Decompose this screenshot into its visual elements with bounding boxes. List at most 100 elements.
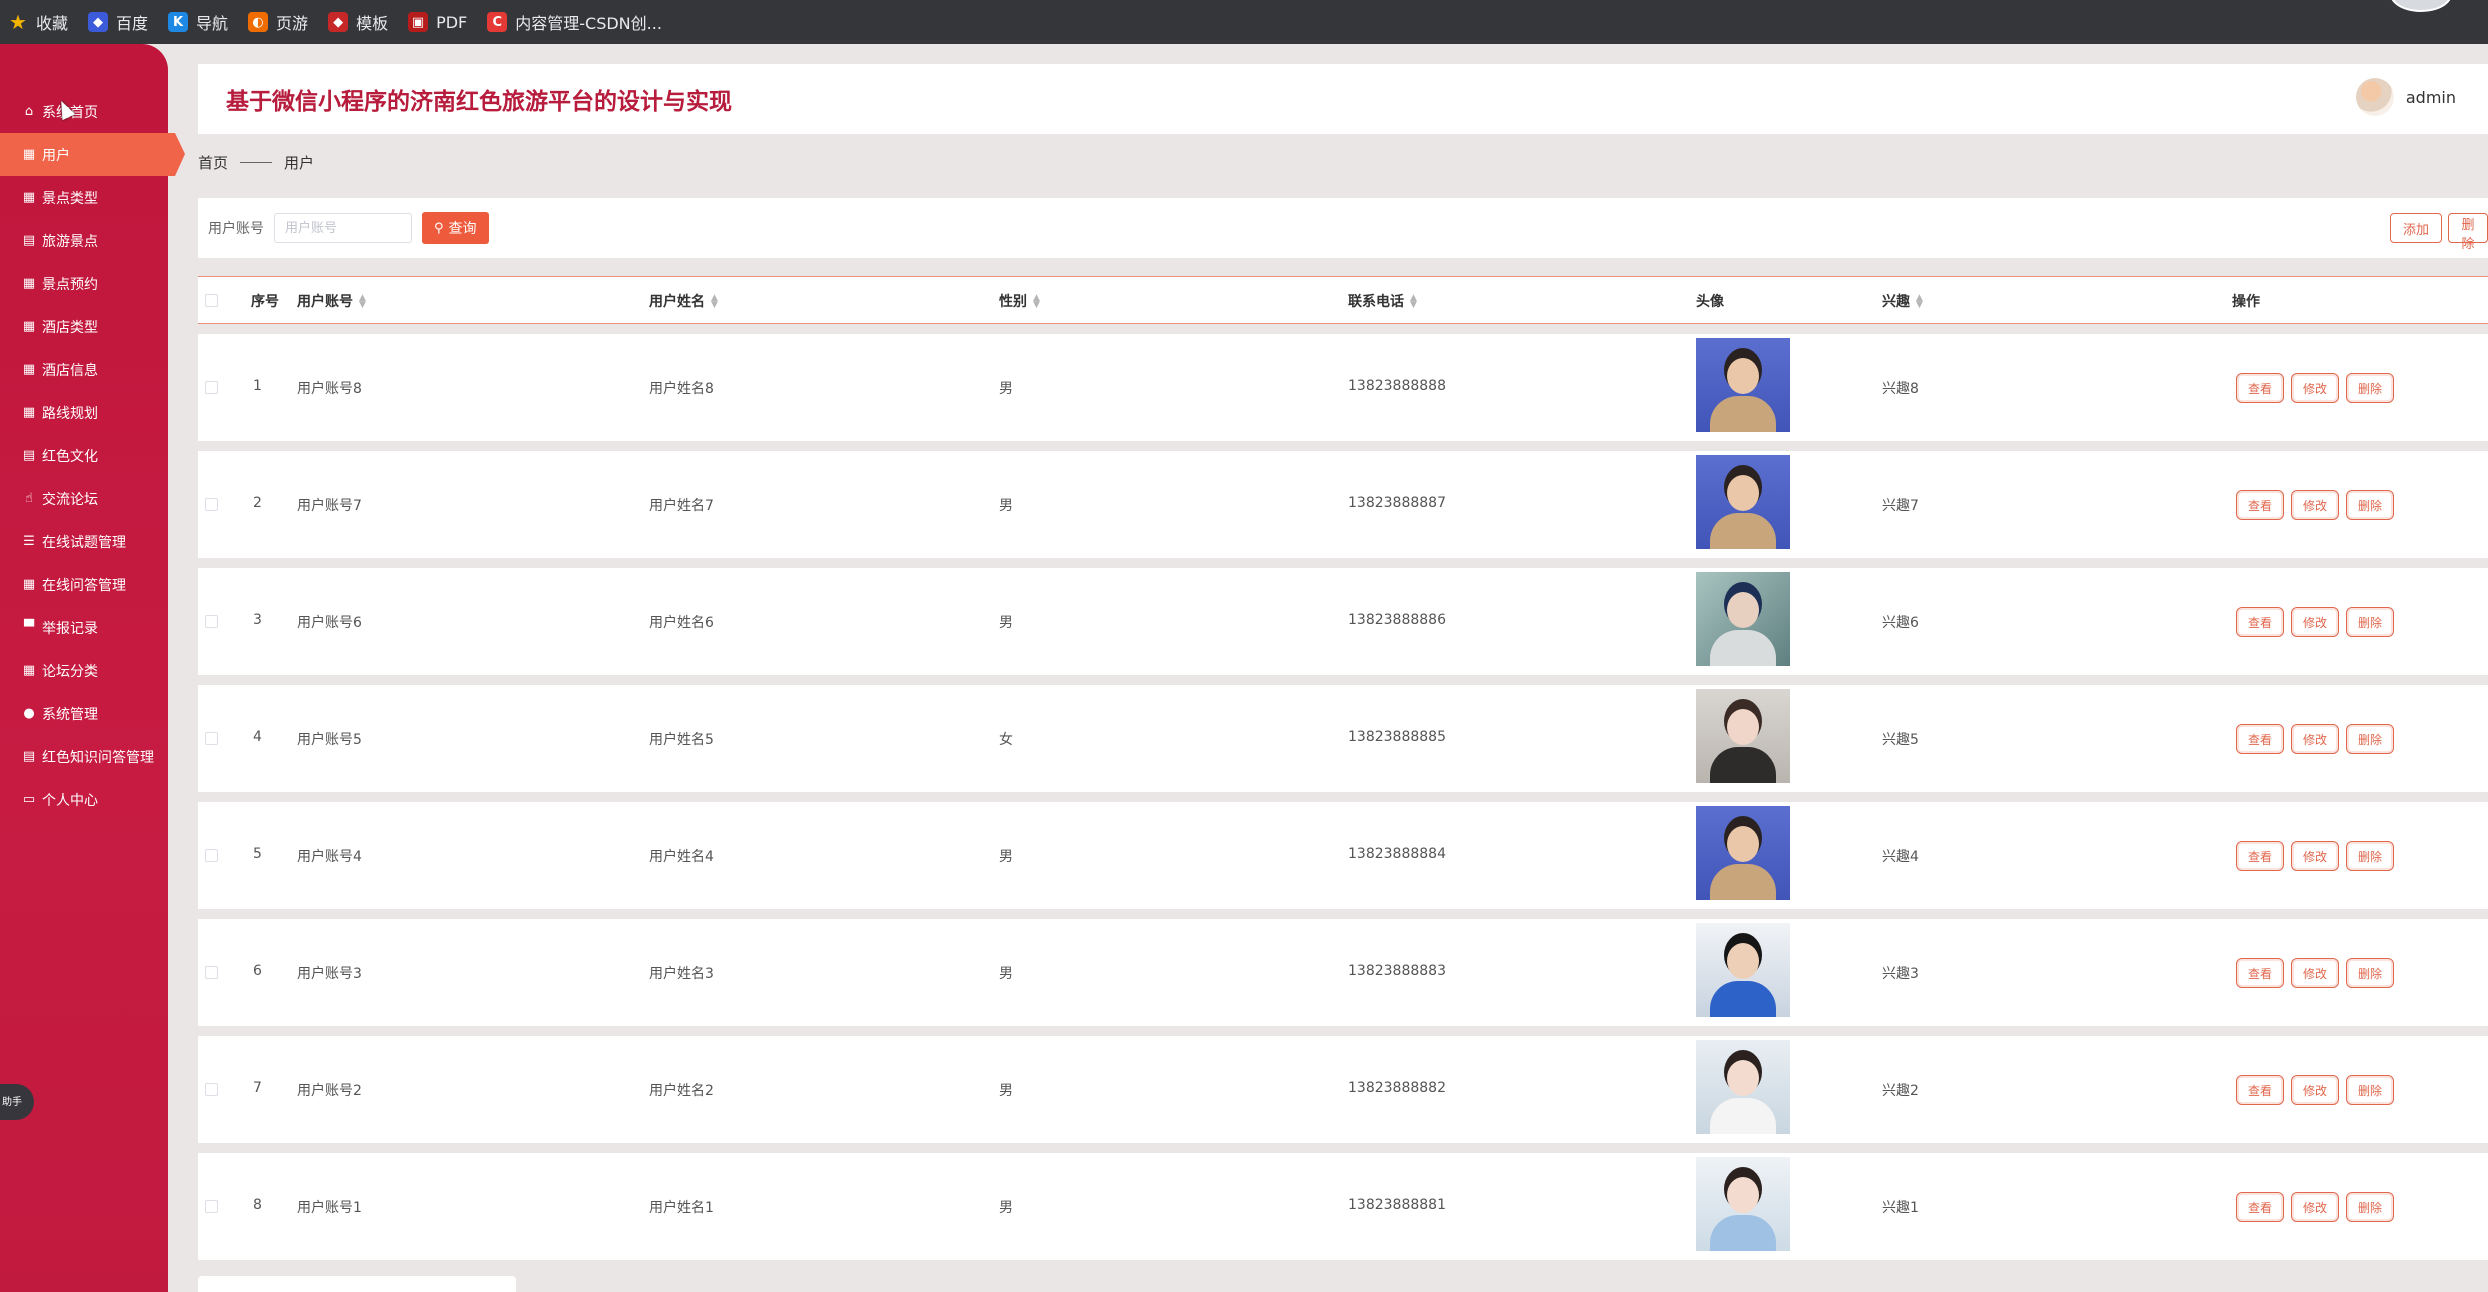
row-checkbox[interactable]	[205, 381, 218, 394]
header-account[interactable]: 用户账号 ▲ ▼	[297, 291, 366, 311]
sidebar-item-12[interactable]: ▀ 举报记录	[0, 606, 175, 649]
user-menu[interactable]: admin	[2355, 78, 2456, 116]
cell-name: 用户姓名7	[649, 498, 714, 514]
delete-button[interactable]: 删除	[2346, 490, 2394, 520]
delete-button[interactable]: 删除	[2346, 724, 2394, 754]
view-button[interactable]: 查看	[2236, 490, 2284, 520]
edit-button[interactable]: 修改	[2291, 1075, 2339, 1105]
row-checkbox[interactable]	[205, 732, 218, 745]
sort-icon[interactable]: ▲ ▼	[711, 294, 718, 310]
sidebar-item-11[interactable]: ▦ 在线问答管理	[0, 563, 175, 606]
view-button[interactable]: 查看	[2236, 724, 2284, 754]
view-button[interactable]: 查看	[2236, 841, 2284, 871]
view-button[interactable]: 查看	[2236, 1075, 2284, 1105]
sidebar-item-16[interactable]: ▭ 个人中心	[0, 778, 175, 821]
grid-icon: ▦	[22, 577, 36, 592]
delete-button[interactable]: 删除	[2346, 1192, 2394, 1222]
bookmark-item[interactable]: ◐ 页游	[248, 10, 308, 34]
sort-icon[interactable]: ▲ ▼	[1916, 294, 1923, 310]
pagination	[198, 1276, 516, 1292]
grid-icon: ▦	[22, 405, 36, 420]
header-gender[interactable]: 性别 ▲ ▼	[999, 291, 1040, 311]
edit-button[interactable]: 修改	[2291, 1192, 2339, 1222]
table-header: 序号 用户账号 ▲ ▼ 用户姓名 ▲ ▼ 性别 ▲ ▼ 联系电话 ▲ ▼ 头像 兴趣 ▲ ▼ 操作	[198, 276, 2488, 324]
csdn-icon: C	[487, 12, 508, 32]
sidebar-item-9[interactable]: ☝ 交流论坛	[0, 477, 175, 520]
header-interest[interactable]: 兴趣 ▲ ▼	[1882, 291, 1923, 311]
view-button[interactable]: 查看	[2236, 607, 2284, 637]
row-checkbox[interactable]	[205, 615, 218, 628]
delete-button[interactable]: 删除	[2346, 958, 2394, 988]
view-button[interactable]: 查看	[2236, 373, 2284, 403]
sidebar-item-14[interactable]: ● 系统管理	[0, 692, 175, 735]
delete-button[interactable]: 删除	[2346, 607, 2394, 637]
select-all-checkbox[interactable]	[205, 294, 218, 307]
header-name[interactable]: 用户姓名 ▲ ▼	[649, 291, 718, 311]
edit-button[interactable]: 修改	[2291, 490, 2339, 520]
header-phone[interactable]: 联系电话 ▲ ▼	[1348, 291, 1417, 311]
avatar-face	[1727, 1060, 1759, 1096]
sidebar-item-label: 酒店类型	[42, 319, 98, 336]
sort-icon[interactable]: ▲ ▼	[1410, 294, 1417, 310]
list-icon: ☰	[23, 534, 35, 549]
sidebar-item-5[interactable]: ▦ 酒店类型	[0, 305, 175, 348]
query-button[interactable]: ⚲ 查询	[422, 212, 489, 244]
monitor-icon: ▀	[24, 620, 34, 635]
sidebar-item-2[interactable]: ▦ 景点类型	[0, 176, 175, 219]
username[interactable]: admin	[2406, 88, 2456, 107]
delete-button[interactable]: 删除	[2346, 373, 2394, 403]
sidebar-item-13[interactable]: ▦ 论坛分类	[0, 649, 175, 692]
edit-button[interactable]: 修改	[2291, 958, 2339, 988]
sidebar-item-label: 旅游景点	[42, 233, 98, 250]
row-checkbox[interactable]	[205, 849, 218, 862]
edit-button[interactable]: 修改	[2291, 724, 2339, 754]
table-row: 5 用户账号4 用户姓名4 男 13823888884 兴趣4 查看 修改 删除	[198, 802, 2488, 909]
sidebar-item-1[interactable]: ▦ 用户	[0, 133, 185, 176]
sidebar-item-label: 系统管理	[42, 706, 98, 723]
row-checkbox[interactable]	[205, 1200, 218, 1213]
search-input[interactable]	[274, 213, 412, 243]
sidebar-item-6[interactable]: ▦ 酒店信息	[0, 348, 175, 391]
batch-delete-button[interactable]: 删除	[2448, 213, 2488, 252]
breadcrumb-home[interactable]: 首页	[198, 152, 228, 173]
sidebar-item-0[interactable]: ⌂ 系统首页	[0, 90, 175, 133]
delete-button[interactable]: 删除	[2346, 1075, 2394, 1105]
cell-name: 用户姓名5	[649, 732, 714, 748]
sidebar-item-15[interactable]: ▤ 红色知识问答管理	[0, 735, 175, 778]
sort-icon[interactable]: ▲ ▼	[359, 294, 366, 310]
sidebar-item-3[interactable]: ▤ 旅游景点	[0, 219, 175, 262]
bookmark-item[interactable]: C 内容管理-CSDN创...	[487, 10, 662, 34]
add-button[interactable]: 添加	[2390, 213, 2443, 243]
view-button[interactable]: 查看	[2236, 958, 2284, 988]
edit-button[interactable]: 修改	[2291, 607, 2339, 637]
bookmark-item[interactable]: ◆ 百度	[88, 10, 148, 34]
delete-button[interactable]: 删除	[2346, 841, 2394, 871]
baidu-icon: ◆	[88, 12, 109, 32]
clipboard-icon: ▤	[22, 448, 36, 463]
cell-account: 用户账号2	[297, 1083, 362, 1099]
avatar[interactable]	[2355, 78, 2394, 116]
bookmark-item[interactable]: ◆ 模板	[328, 10, 388, 34]
avatar-face	[1727, 709, 1759, 745]
cell-index: 6	[253, 963, 262, 979]
row-checkbox[interactable]	[205, 966, 218, 979]
sidebar-item-4[interactable]: ▦ 景点预约	[0, 262, 175, 305]
bookmark-item[interactable]: K 导航	[168, 10, 228, 34]
view-button[interactable]: 查看	[2236, 1192, 2284, 1222]
edit-button[interactable]: 修改	[2291, 373, 2339, 403]
sidebar-item-7[interactable]: ▦ 路线规划	[0, 391, 175, 434]
assistant-button[interactable]: 助手	[0, 1084, 34, 1120]
bookmark-item[interactable]: ▣ PDF	[408, 12, 467, 32]
row-checkbox[interactable]	[205, 1083, 218, 1096]
sidebar-item-10[interactable]: ☰ 在线试题管理	[0, 520, 175, 563]
sort-icon[interactable]: ▲ ▼	[1033, 294, 1040, 310]
cell-gender: 男	[999, 1200, 1013, 1216]
bookmark-item[interactable]: ★ 收藏	[8, 10, 68, 34]
browser-profile-avatar[interactable]	[2390, 0, 2452, 12]
row-checkbox[interactable]	[205, 498, 218, 511]
search-bar: 用户账号 ⚲ 查询 添加 删除	[198, 198, 2488, 258]
table-row: 6 用户账号3 用户姓名3 男 13823888883 兴趣3 查看 修改 删除	[198, 919, 2488, 1026]
cell-name: 用户姓名6	[649, 615, 714, 631]
sidebar-item-8[interactable]: ▤ 红色文化	[0, 434, 175, 477]
edit-button[interactable]: 修改	[2291, 841, 2339, 871]
